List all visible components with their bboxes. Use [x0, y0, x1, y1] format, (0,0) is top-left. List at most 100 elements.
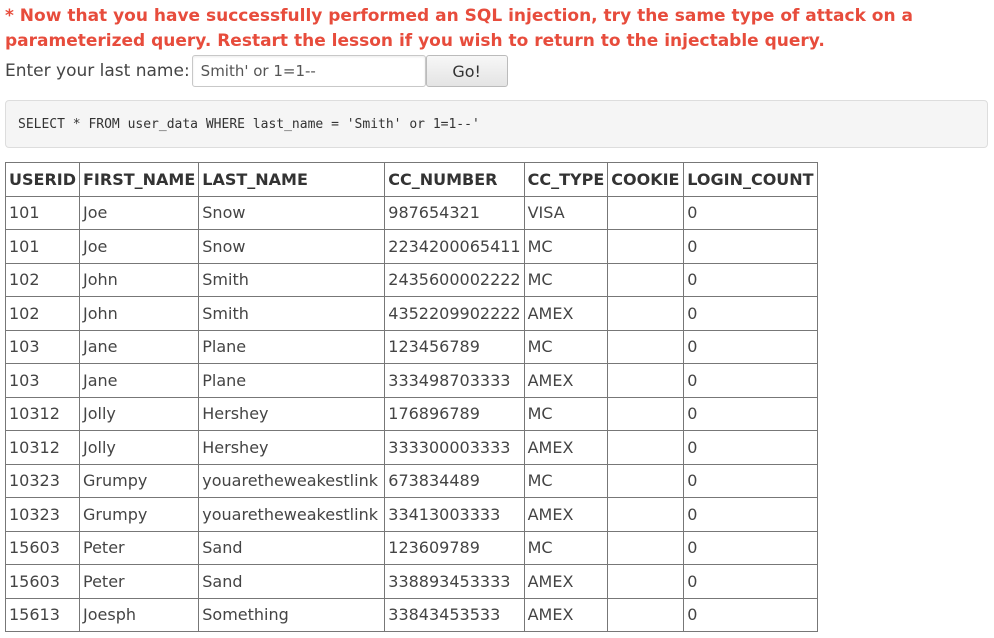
cell-userid: 10312 — [5, 396, 80, 431]
cell-login-count: 0 — [683, 229, 818, 264]
cell-cc-number: 673834489 — [384, 463, 525, 498]
cell-userid: 15613 — [5, 597, 80, 632]
cell-userid: 102 — [5, 296, 80, 331]
cell-cc-number: 333300003333 — [384, 430, 525, 465]
cell-cc-number: 2435600002222 — [384, 262, 525, 297]
table-row: 101 Joe Snow 987654321 VISA 0 — [5, 195, 818, 230]
cell-cc-type: AMEX — [523, 564, 609, 599]
cell-last-name: Snow — [198, 229, 386, 264]
cell-cc-number: 33843453533 — [384, 597, 525, 632]
cell-login-count: 0 — [683, 396, 818, 431]
lastname-input[interactable] — [191, 55, 426, 87]
cell-login-count: 0 — [683, 497, 818, 532]
cell-last-name: Smith — [198, 296, 386, 331]
cell-cc-type: MC — [523, 396, 609, 431]
cell-first-name: Joesph — [78, 597, 200, 632]
cell-first-name: Jane — [78, 363, 200, 398]
cell-last-name: youaretheweakestlink — [198, 463, 386, 498]
cell-cc-number: 333498703333 — [384, 363, 525, 398]
cell-cc-type: AMEX — [523, 497, 609, 532]
cell-cookie — [607, 564, 685, 599]
header-last-name: LAST_NAME — [198, 162, 386, 197]
results-table: USERID FIRST_NAME LAST_NAME CC_NUMBER CC… — [5, 162, 818, 632]
table-row: 10323 Grumpy youaretheweakestlink 334130033… — [5, 497, 818, 532]
table-row: 15613 Joesph Something 33843453533 AMEX 0 — [5, 597, 818, 632]
cell-last-name: Sand — [198, 530, 386, 565]
cell-first-name: Grumpy — [78, 463, 200, 498]
table-header-row: USERID FIRST_NAME LAST_NAME CC_NUMBER CC… — [5, 162, 818, 197]
cell-last-name: Snow — [198, 195, 386, 230]
lastname-label: Enter your last name: — [5, 61, 190, 81]
cell-last-name: Plane — [198, 329, 386, 364]
header-login-count: LOGIN_COUNT — [683, 162, 818, 197]
cell-cookie — [607, 430, 685, 465]
cell-first-name: Grumpy — [78, 497, 200, 532]
cell-cc-number: 176896789 — [384, 396, 525, 431]
cell-cookie — [607, 262, 685, 297]
table-row: 103 Jane Plane 333498703333 AMEX 0 — [5, 363, 818, 398]
cell-userid: 10312 — [5, 430, 80, 465]
cell-cc-number: 123609789 — [384, 530, 525, 565]
cell-first-name: Jolly — [78, 430, 200, 465]
cell-login-count: 0 — [683, 463, 818, 498]
table-row: 15603 Peter Sand 338893453333 AMEX 0 — [5, 564, 818, 599]
cell-userid: 101 — [5, 195, 80, 230]
sql-query-display: SELECT * FROM user_data WHERE last_name … — [5, 100, 988, 148]
cell-userid: 10323 — [5, 463, 80, 498]
cell-login-count: 0 — [683, 597, 818, 632]
cell-last-name: Sand — [198, 564, 386, 599]
cell-cc-type: MC — [523, 530, 609, 565]
cell-first-name: Jane — [78, 329, 200, 364]
cell-userid: 102 — [5, 262, 80, 297]
cell-cc-type: MC — [523, 329, 609, 364]
cell-cc-number: 338893453333 — [384, 564, 525, 599]
cell-cookie — [607, 463, 685, 498]
header-userid: USERID — [5, 162, 80, 197]
cell-login-count: 0 — [683, 262, 818, 297]
cell-userid: 15603 — [5, 530, 80, 565]
cell-cookie — [607, 363, 685, 398]
cell-last-name: Something — [198, 597, 386, 632]
cell-userid: 10323 — [5, 497, 80, 532]
cell-first-name: John — [78, 296, 200, 331]
header-cc-number: CC_NUMBER — [384, 162, 525, 197]
cell-cc-number: 987654321 — [384, 195, 525, 230]
cell-first-name: Joe — [78, 195, 200, 230]
cell-first-name: John — [78, 262, 200, 297]
table-row: 102 John Smith 2435600002222 MC 0 — [5, 262, 818, 297]
cell-userid: 103 — [5, 329, 80, 364]
header-first-name: FIRST_NAME — [78, 162, 200, 197]
cell-cc-number: 4352209902222 — [384, 296, 525, 331]
cell-first-name: Joe — [78, 229, 200, 264]
cell-cc-type: AMEX — [523, 296, 609, 331]
cell-login-count: 0 — [683, 329, 818, 364]
table-row: 103 Jane Plane 123456789 MC 0 — [5, 329, 818, 364]
cell-last-name: Smith — [198, 262, 386, 297]
cell-last-name: Plane — [198, 363, 386, 398]
cell-userid: 101 — [5, 229, 80, 264]
go-button[interactable]: Go! — [425, 55, 508, 87]
cell-cc-type: AMEX — [523, 430, 609, 465]
table-row: 10312 Jolly Hershey 176896789 MC 0 — [5, 396, 818, 431]
cell-last-name: Hershey — [198, 396, 386, 431]
cell-cc-type: AMEX — [523, 363, 609, 398]
cell-cc-number: 33413003333 — [384, 497, 525, 532]
cell-first-name: Peter — [78, 530, 200, 565]
cell-cookie — [607, 597, 685, 632]
table-row: 15603 Peter Sand 123609789 MC 0 — [5, 530, 818, 565]
cell-cookie — [607, 497, 685, 532]
cell-first-name: Peter — [78, 564, 200, 599]
cell-cc-type: AMEX — [523, 597, 609, 632]
table-body: 101 Joe Snow 987654321 VISA 0 101 Joe Snow 223420… — [5, 195, 818, 632]
cell-last-name: youaretheweakestlink — [198, 497, 386, 532]
cell-cookie — [607, 329, 685, 364]
cell-login-count: 0 — [683, 296, 818, 331]
cell-cc-type: MC — [523, 463, 609, 498]
cell-cc-type: MC — [523, 229, 609, 264]
cell-userid: 103 — [5, 363, 80, 398]
header-cookie: COOKIE — [607, 162, 685, 197]
cell-login-count: 0 — [683, 195, 818, 230]
cell-cookie — [607, 296, 685, 331]
table-row: 10312 Jolly Hershey 333300003333 AMEX 0 — [5, 430, 818, 465]
cell-userid: 15603 — [5, 564, 80, 599]
